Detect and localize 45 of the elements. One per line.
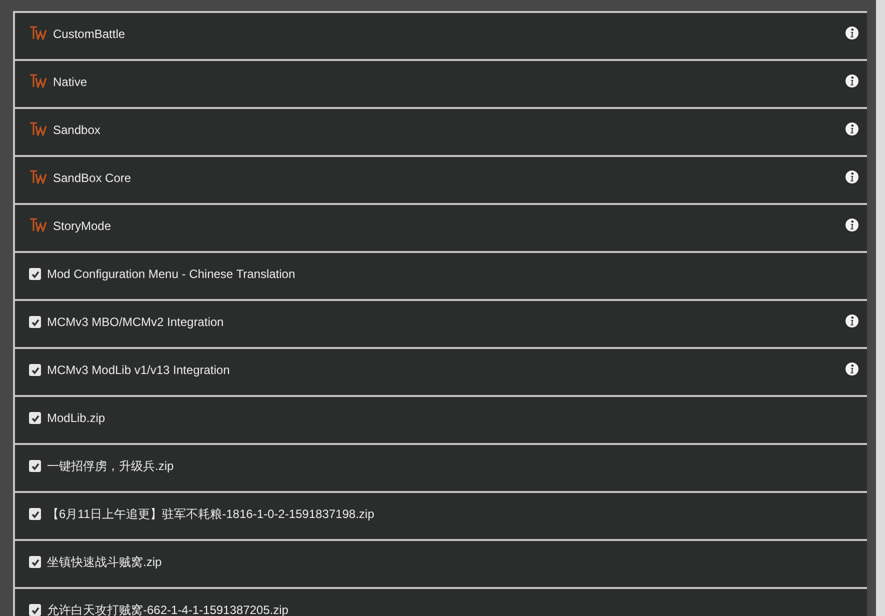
mod-name: MCMv3 MBO/MCMv2 Integration xyxy=(47,314,224,330)
checkbox[interactable] xyxy=(29,604,41,616)
info-icon[interactable] xyxy=(845,170,859,184)
mod-name: StoryMode xyxy=(53,218,112,234)
mod-row[interactable]: Mod Configuration Menu - Chinese Translation xyxy=(13,251,867,299)
scrollbar[interactable] xyxy=(876,0,885,616)
mod-row[interactable]: 【6月11日上午追更】驻军不耗粮-1816-1-0-2-1591837198.zip xyxy=(13,491,867,539)
mod-name: 一键招俘虏，升级兵.zip xyxy=(47,458,174,474)
tw-logo-icon xyxy=(29,218,47,232)
mod-name: Mod Configuration Menu - Chinese Translation xyxy=(47,266,296,282)
checkbox[interactable] xyxy=(29,460,41,472)
mod-row[interactable]: 坐镇快速战斗贼窝.zip xyxy=(13,539,867,587)
info-icon[interactable] xyxy=(845,218,859,232)
checkbox[interactable] xyxy=(29,316,41,328)
mod-name: MCMv3 ModLib v1/v13 Integration xyxy=(47,362,230,378)
tw-logo-icon xyxy=(29,170,47,184)
mod-name: 坐镇快速战斗贼窝.zip xyxy=(47,554,162,570)
mod-row[interactable]: 一键招俘虏，升级兵.zip xyxy=(13,443,867,491)
mod-row[interactable]: SandBox Core xyxy=(13,155,867,203)
checkbox[interactable] xyxy=(29,364,41,376)
mod-name: CustomBattle xyxy=(53,26,126,42)
tw-logo-icon xyxy=(29,26,47,40)
mod-name: ModLib.zip xyxy=(47,410,106,426)
tw-logo-icon xyxy=(29,122,47,136)
tw-logo-icon xyxy=(29,74,47,88)
mod-row[interactable]: Sandbox xyxy=(13,107,867,155)
mod-name: SandBox Core xyxy=(53,170,132,186)
info-icon[interactable] xyxy=(845,362,859,376)
mod-row[interactable]: MCMv3 ModLib v1/v13 Integration xyxy=(13,347,867,395)
mod-row[interactable]: CustomBattle xyxy=(13,11,867,59)
mod-name: 【6月11日上午追更】驻军不耗粮-1816-1-0-2-1591837198.zip xyxy=(47,506,374,522)
mod-name: Native xyxy=(53,74,88,90)
checkbox[interactable] xyxy=(29,556,41,568)
info-icon[interactable] xyxy=(845,314,859,328)
info-icon[interactable] xyxy=(845,26,859,40)
checkbox[interactable] xyxy=(29,412,41,424)
checkbox[interactable] xyxy=(29,268,41,280)
info-icon[interactable] xyxy=(845,74,859,88)
mod-row[interactable]: StoryMode xyxy=(13,203,867,251)
mod-row[interactable]: MCMv3 MBO/MCMv2 Integration xyxy=(13,299,867,347)
mod-row[interactable]: Native xyxy=(13,59,867,107)
info-icon[interactable] xyxy=(845,122,859,136)
mod-row[interactable]: ModLib.zip xyxy=(13,395,867,443)
checkbox[interactable] xyxy=(29,508,41,520)
mod-name: Sandbox xyxy=(53,122,100,138)
